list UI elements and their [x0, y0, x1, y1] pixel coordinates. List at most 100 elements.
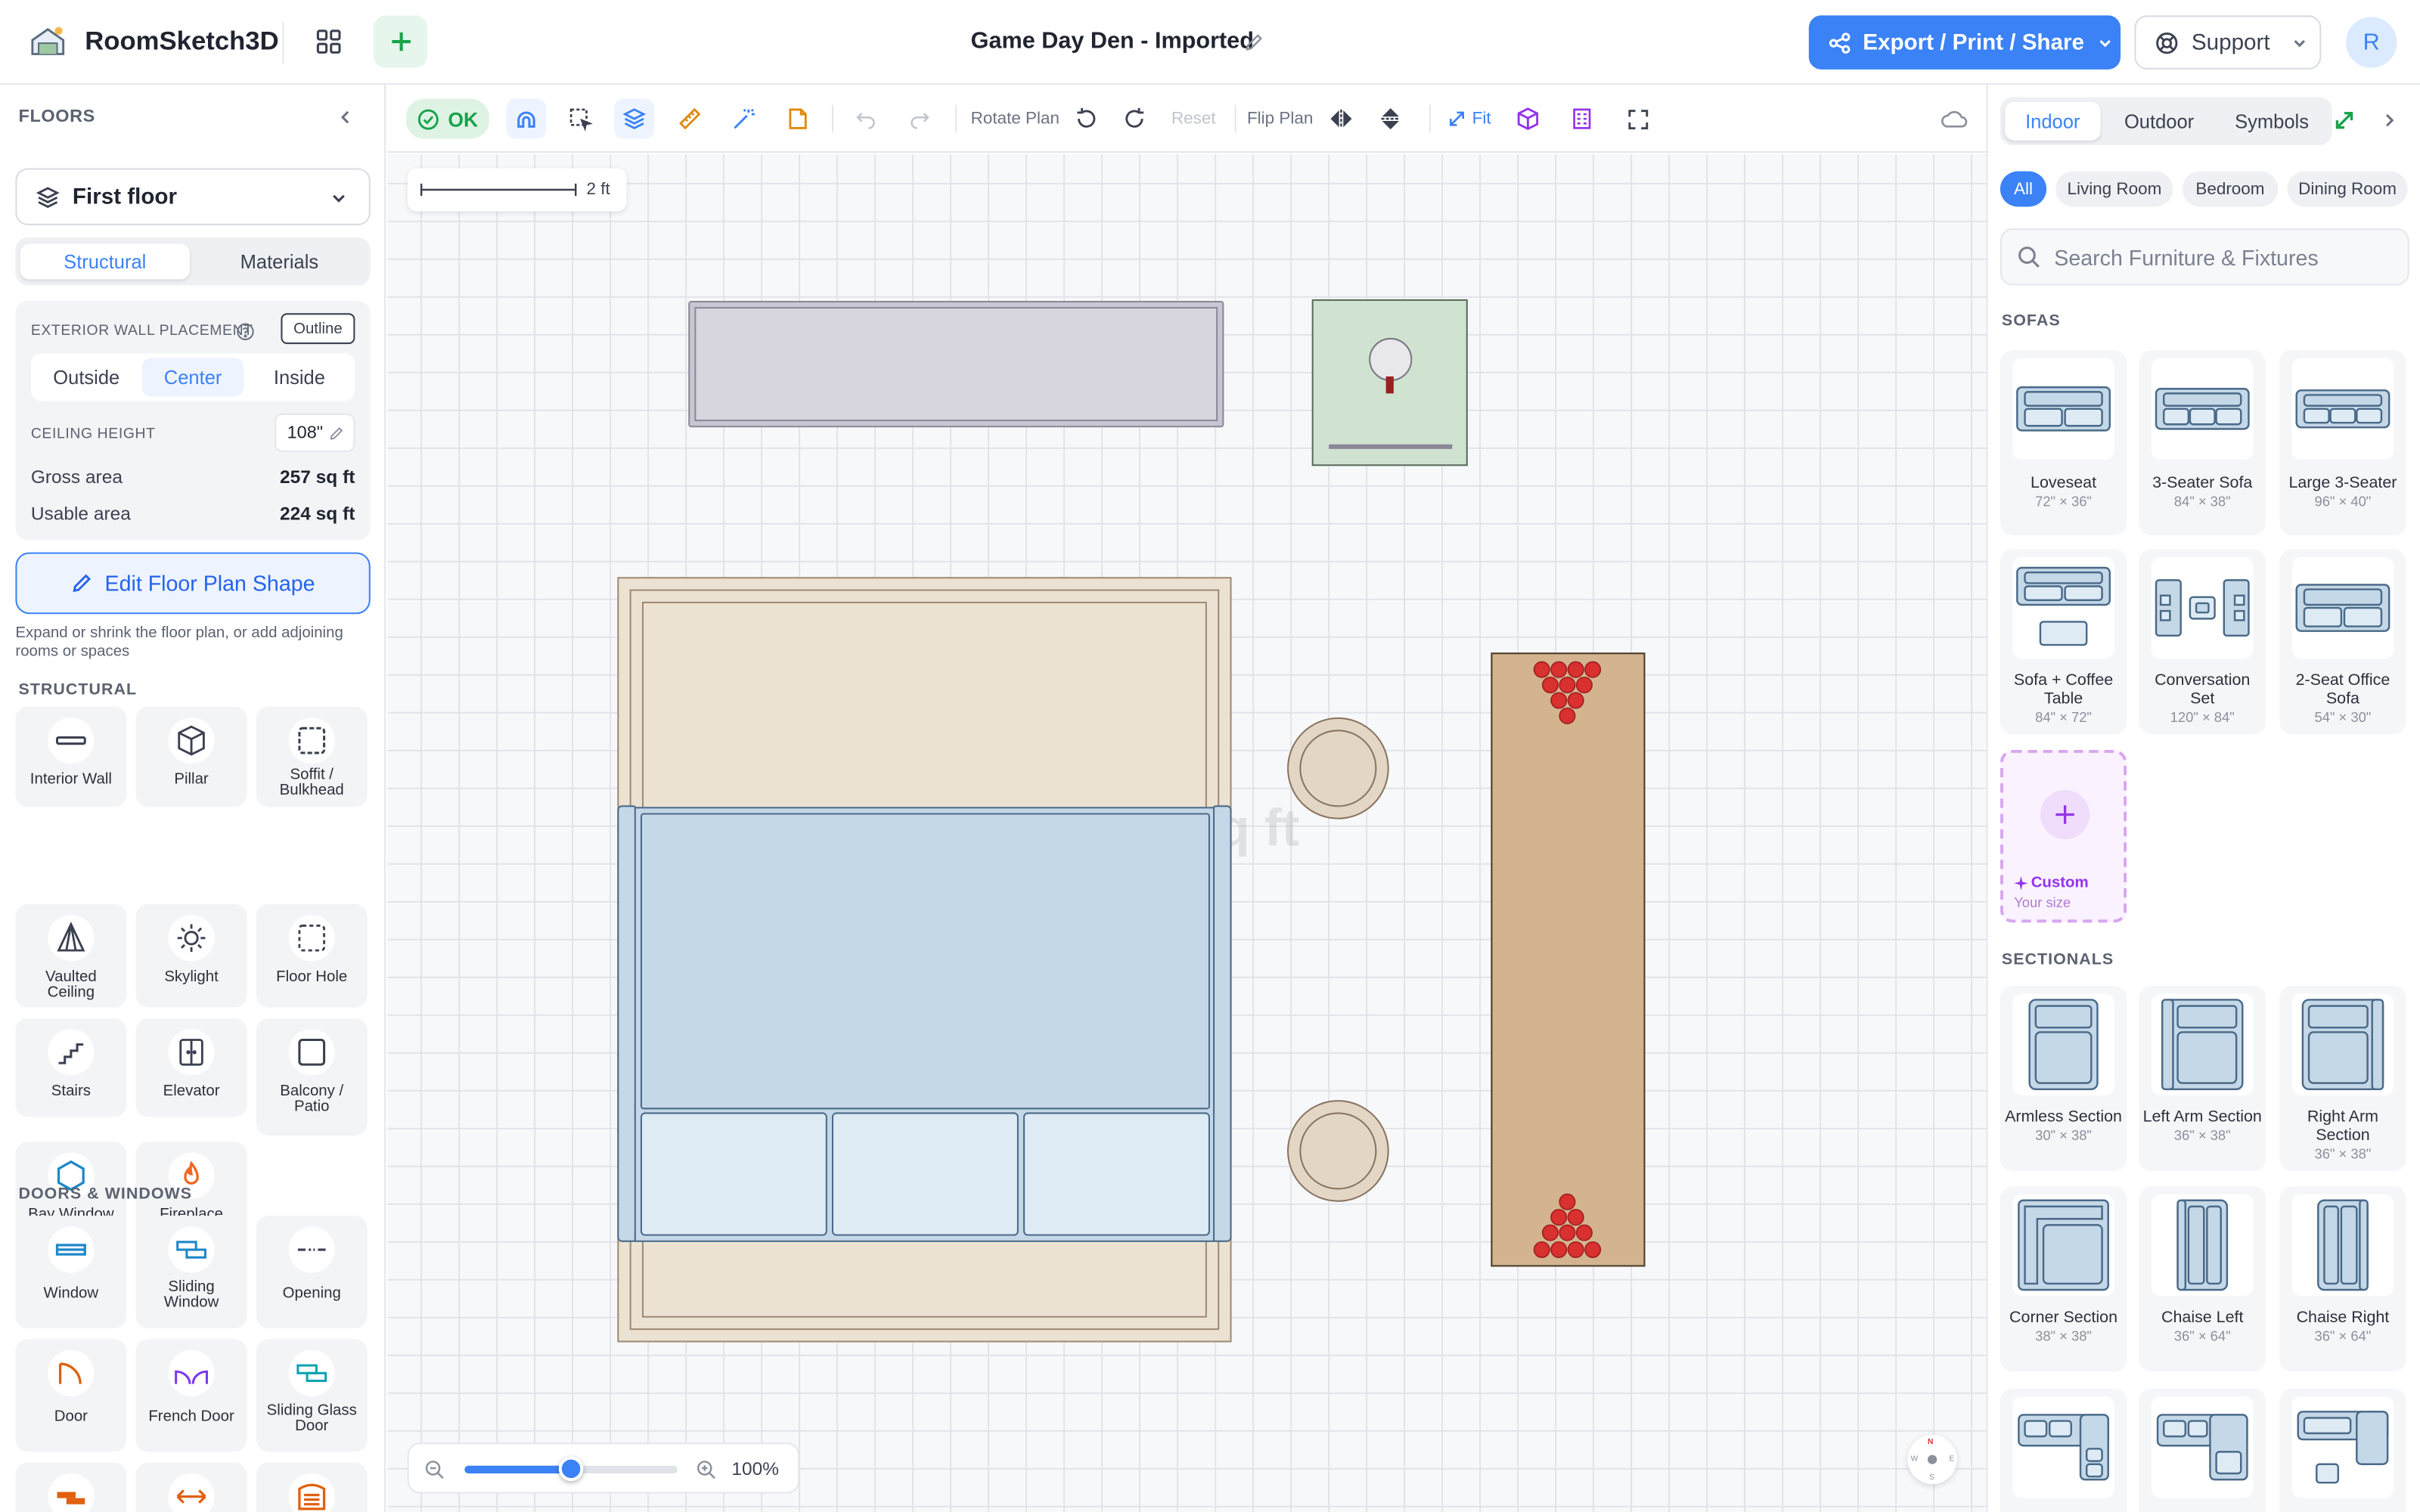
- help-icon[interactable]: [236, 321, 254, 349]
- item-loveseat[interactable]: Loveseat 72" × 36": [2000, 350, 2127, 536]
- sofa[interactable]: [617, 805, 1232, 1242]
- tool-sliding-glass-door[interactable]: Sliding Glass Door: [256, 1339, 368, 1452]
- building-icon[interactable]: [1563, 99, 1600, 139]
- item-2-seat-office-sofa[interactable]: 2-Seat Office Sofa 54" × 30": [2279, 549, 2406, 735]
- select-area-icon[interactable]: [560, 99, 600, 139]
- collapse-left-icon[interactable]: [337, 107, 355, 135]
- tv-console[interactable]: [688, 300, 1224, 428]
- tool-more-1[interactable]: [15, 1462, 127, 1512]
- item-3-seater-sofa[interactable]: 3-Seater Sofa 84" × 38": [2139, 350, 2266, 536]
- placement-outside[interactable]: Outside: [36, 358, 138, 396]
- item-left-arm-section[interactable]: Left Arm Section 36" × 38": [2139, 986, 2266, 1171]
- item-armless-section[interactable]: Armless Section 30" × 38": [2000, 986, 2127, 1171]
- tool-interior-wall[interactable]: Interior Wall: [15, 706, 127, 807]
- zoom-out-icon[interactable]: [424, 1460, 445, 1480]
- floor-properties-card: EXTERIOR WALL PLACEMENT Outline Outside …: [15, 300, 371, 541]
- item-name: 2-Seat Office Sofa: [2295, 671, 2391, 708]
- status-ok-badge[interactable]: OK: [405, 98, 489, 139]
- tool-balcony[interactable]: Balcony / Patio: [256, 1018, 368, 1136]
- compass-s: S: [1929, 1473, 1934, 1483]
- armless-section-icon: [2028, 999, 2099, 1091]
- tab-materials[interactable]: Materials: [194, 243, 364, 279]
- tab-symbols[interactable]: Symbols: [2218, 102, 2326, 141]
- tool-soffit[interactable]: Soffit / Bulkhead: [256, 706, 368, 807]
- item-right-arm-section[interactable]: Right Arm Section 36" × 38": [2279, 986, 2406, 1171]
- item-large-3-seater[interactable]: Large 3-Seater 96" × 40": [2279, 350, 2406, 536]
- tool-vaulted-ceiling[interactable]: Vaulted Ceiling: [15, 903, 127, 1008]
- balcony-icon: [298, 1038, 326, 1066]
- zoom-in-icon[interactable]: [696, 1460, 716, 1480]
- item-chaise-left[interactable]: Chaise Left 36" × 64": [2139, 1186, 2266, 1372]
- structural-section-title: STRUCTURAL: [18, 680, 138, 699]
- tool-pillar[interactable]: Pillar: [135, 706, 247, 807]
- zoom-slider-thumb[interactable]: [558, 1456, 584, 1482]
- custom-size-tile[interactable]: Custom Your size: [2000, 749, 2127, 923]
- arcade-cabinet[interactable]: [1311, 299, 1468, 466]
- tab-outdoor[interactable]: Outdoor: [2108, 102, 2211, 141]
- item-sectional-set-2[interactable]: [2139, 1388, 2266, 1512]
- zoom-slider-track[interactable]: [464, 1456, 678, 1482]
- layers-icon[interactable]: [614, 98, 655, 139]
- item-chaise-right[interactable]: Chaise Right 36" × 64": [2279, 1186, 2406, 1372]
- item-corner-section[interactable]: Corner Section 38" × 38": [2000, 1186, 2127, 1372]
- item-sofa-coffee-table[interactable]: Sofa + Coffee Table 84" × 72": [2000, 549, 2127, 735]
- reset-button[interactable]: Reset: [1171, 110, 1216, 128]
- ruler-icon[interactable]: [670, 99, 710, 139]
- magic-wand-icon[interactable]: [724, 99, 764, 139]
- fit-button[interactable]: Fit: [1443, 99, 1495, 139]
- export-button[interactable]: Export / Print / Share: [1808, 15, 2121, 70]
- item-conversation-set[interactable]: Conversation Set 120" × 84": [2139, 549, 2266, 735]
- search-input[interactable]: Search Furniture & Fixtures: [2000, 228, 2409, 286]
- tool-window[interactable]: Window: [15, 1216, 127, 1329]
- floor-plan-canvas[interactable]: 2 ft q ft 100% N W E S: [387, 154, 1987, 1512]
- chip-all[interactable]: All: [2000, 171, 2047, 207]
- placement-inside[interactable]: Inside: [249, 358, 351, 396]
- beer-pong-table[interactable]: [1491, 652, 1646, 1267]
- tool-stairs[interactable]: Stairs: [15, 1018, 127, 1117]
- notes-icon[interactable]: [778, 99, 818, 139]
- rotate-right-icon[interactable]: [1115, 99, 1153, 139]
- undo-icon[interactable]: [847, 99, 884, 139]
- tool-sliding-window[interactable]: Sliding Window: [135, 1216, 247, 1329]
- floor-select[interactable]: First floor: [15, 168, 371, 225]
- tool-door[interactable]: Door: [15, 1339, 127, 1452]
- edit-pencil-icon[interactable]: [1241, 29, 1266, 54]
- outline-button[interactable]: Outline: [281, 313, 355, 345]
- tool-elevator[interactable]: Elevator: [135, 1018, 247, 1117]
- chip-living-room[interactable]: Living Room: [2055, 171, 2173, 207]
- rotate-left-icon[interactable]: [1068, 99, 1105, 139]
- expand-panel-icon[interactable]: [2334, 110, 2356, 132]
- dashboard-grid-icon[interactable]: [304, 17, 353, 66]
- placement-center[interactable]: Center: [141, 358, 244, 397]
- tab-structural[interactable]: Structural: [20, 243, 191, 280]
- chip-dining-room[interactable]: Dining Room: [2287, 171, 2408, 207]
- fullscreen-icon[interactable]: [1619, 99, 1656, 139]
- magnet-snap-icon[interactable]: [506, 98, 547, 139]
- tool-skylight[interactable]: Skylight: [135, 903, 247, 1008]
- collapse-right-icon[interactable]: [2380, 111, 2398, 129]
- add-new-button[interactable]: [373, 15, 428, 68]
- support-button[interactable]: Support: [2134, 15, 2322, 70]
- chip-bedroom[interactable]: Bedroom: [2182, 171, 2279, 207]
- tool-opening[interactable]: Opening: [256, 1216, 368, 1329]
- tab-indoor[interactable]: Indoor: [2004, 101, 2101, 141]
- edit-floor-plan-button[interactable]: Edit Floor Plan Shape: [15, 552, 371, 615]
- ceiling-height-input[interactable]: 108": [275, 413, 355, 452]
- flip-vertical-icon[interactable]: [1372, 99, 1409, 139]
- cloud-sync-icon[interactable]: [1935, 99, 1972, 139]
- stool[interactable]: [1287, 717, 1389, 820]
- item-name: Loveseat: [2031, 473, 2097, 493]
- item-sectional-set-3[interactable]: [2279, 1388, 2406, 1512]
- flip-horizontal-icon[interactable]: [1323, 99, 1360, 139]
- stool[interactable]: [1287, 1100, 1389, 1202]
- project-title[interactable]: Game Day Den - Imported: [971, 28, 1254, 54]
- redo-icon[interactable]: [901, 99, 939, 139]
- tool-more-3[interactable]: [256, 1462, 368, 1512]
- avatar[interactable]: R: [2346, 17, 2397, 68]
- tool-floor-hole[interactable]: Floor Hole: [256, 903, 368, 1008]
- compass[interactable]: N W E S: [1907, 1434, 1957, 1485]
- tool-french-door[interactable]: French Door: [135, 1339, 247, 1452]
- tool-more-2[interactable]: [135, 1462, 247, 1512]
- 3d-cube-icon[interactable]: [1509, 99, 1547, 139]
- item-sectional-set-1[interactable]: [2000, 1388, 2127, 1512]
